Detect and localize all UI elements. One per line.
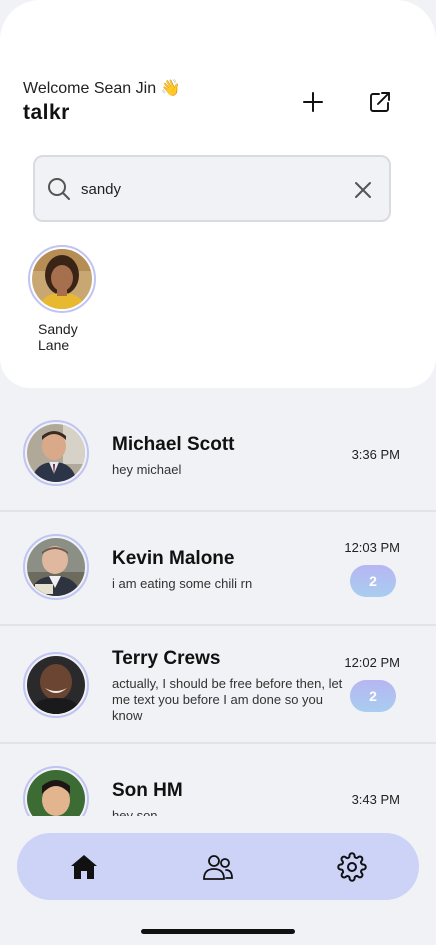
bottom-nav (17, 833, 419, 900)
share-button[interactable] (364, 86, 396, 118)
avatar (23, 420, 89, 486)
chat-timestamp: 12:03 PM (344, 540, 400, 555)
avatar (23, 534, 89, 600)
settings-icon (337, 852, 367, 882)
chat-name: Son HM (112, 780, 183, 801)
friends-icon (203, 855, 233, 880)
chat-timestamp: 3:43 PM (351, 792, 400, 807)
search-result-item[interactable]: Sandy Lane (28, 245, 98, 353)
home-indicator[interactable] (141, 929, 295, 934)
nav-home[interactable] (66, 849, 102, 885)
unread-badge: 2 (350, 565, 396, 597)
clear-search-button[interactable] (351, 178, 375, 202)
welcome-text: Welcome Sean Jin 👋 (23, 80, 181, 97)
chat-message-preview: hey michael (112, 462, 182, 477)
new-chat-button[interactable] (297, 86, 329, 118)
chat-message-preview: actually, I should be free before then, … (112, 676, 343, 723)
search-bar (33, 155, 391, 222)
chat-row[interactable]: Son HM hey son 3:43 PM (0, 744, 436, 816)
avatar (28, 245, 96, 313)
close-icon (355, 182, 371, 198)
nav-settings[interactable] (334, 849, 370, 885)
app-title: talkr (23, 101, 70, 124)
chat-row[interactable]: Terry Crews actually, I should be free b… (0, 626, 436, 740)
avatar (23, 766, 89, 816)
chat-name: Kevin Malone (112, 548, 235, 569)
search-result-last-name: Lane (38, 337, 70, 353)
external-link-icon (370, 92, 390, 112)
search-result-name: Sandy Lane (38, 321, 98, 353)
chat-timestamp: 3:36 PM (351, 447, 400, 462)
chat-message-preview: hey son (112, 808, 158, 816)
search-icon (48, 178, 70, 200)
home-icon (71, 855, 97, 879)
nav-friends[interactable] (200, 849, 236, 885)
search-input[interactable] (81, 174, 331, 204)
chat-row[interactable]: Michael Scott hey michael 3:36 PM (0, 398, 436, 512)
chat-name: Terry Crews (112, 648, 221, 669)
chat-row[interactable]: Kevin Malone i am eating some chili rn 1… (0, 512, 436, 626)
header-card: Welcome Sean Jin 👋 talkr sandy Sandy Lan… (0, 0, 436, 388)
unread-badge: 2 (350, 680, 396, 712)
chat-timestamp: 12:02 PM (344, 655, 400, 670)
plus-icon (303, 92, 323, 112)
chat-message-preview: i am eating some chili rn (112, 576, 253, 591)
search-result-first-name: Sandy (38, 321, 78, 337)
chat-name: Michael Scott (112, 434, 235, 455)
app-screen: Welcome Sean Jin 👋 talkr sandy Sandy Lan… (0, 0, 436, 945)
chat-list: Michael Scott hey michael 3:36 PM Kevin … (0, 398, 436, 816)
avatar (23, 652, 89, 718)
